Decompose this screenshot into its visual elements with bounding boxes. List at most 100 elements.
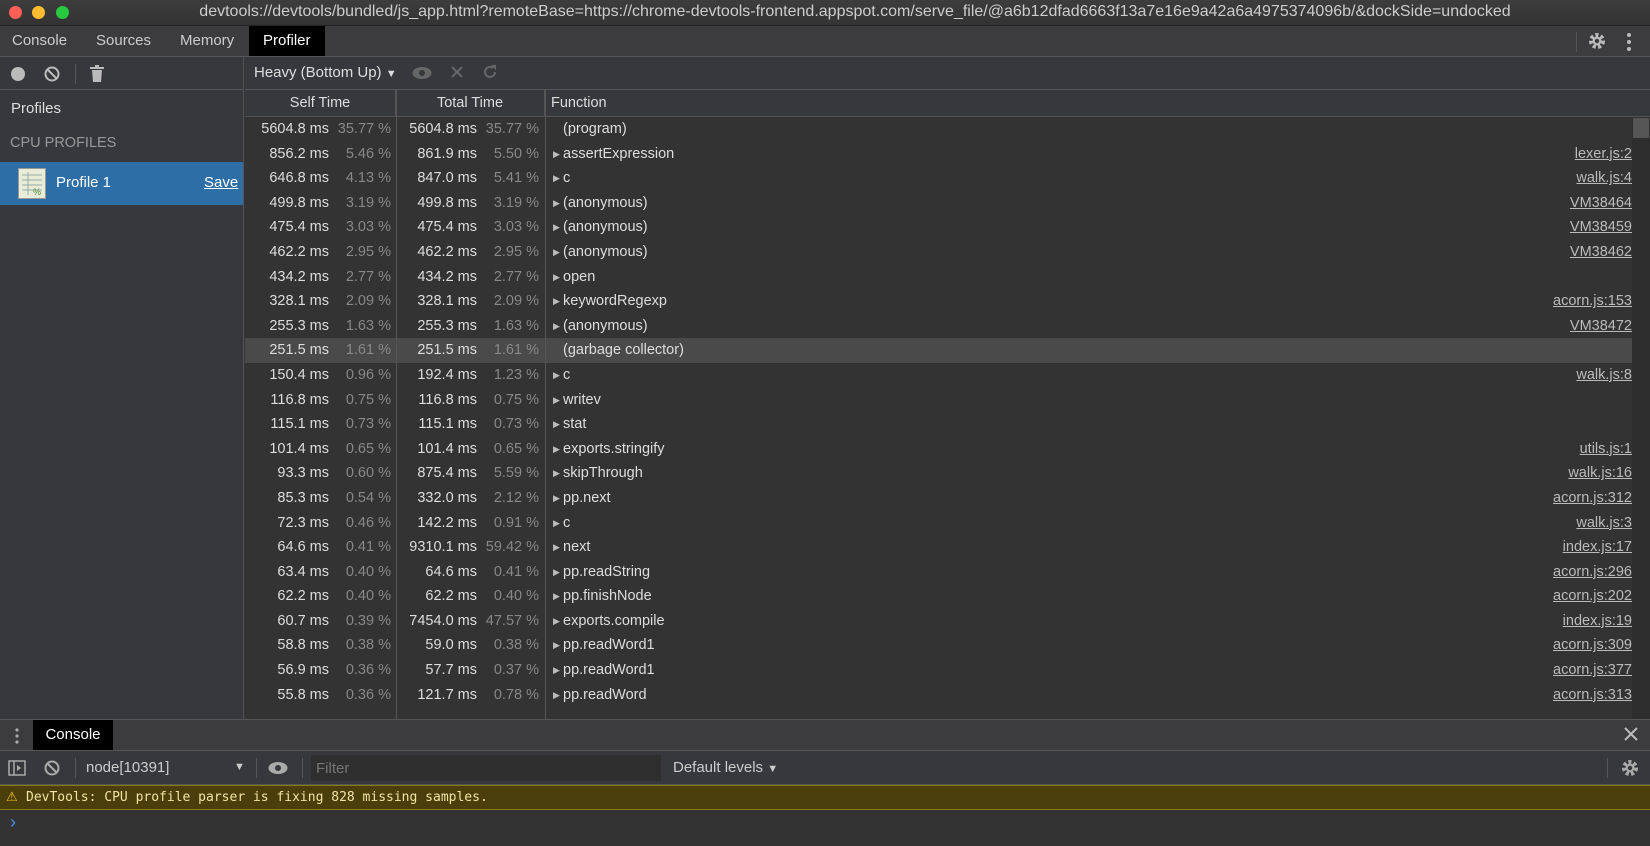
view-mode-select[interactable]: Heavy (Bottom Up) ▼ <box>254 64 397 81</box>
tab-memory[interactable]: Memory <box>168 26 246 56</box>
source-link[interactable]: acorn.js:296 <box>1553 560 1632 585</box>
table-row[interactable]: 255.3 ms 1.63 % 255.3 ms 1.63 % ▶ (anonymous)… <box>245 314 1632 339</box>
minimize-window-button[interactable] <box>32 6 45 19</box>
table-row[interactable]: 499.8 ms 3.19 % 499.8 ms 3.19 % ▶ (anonymous)… <box>245 191 1632 216</box>
source-link[interactable]: VM38462 <box>1570 240 1632 265</box>
tab-profiler[interactable]: Profiler <box>249 26 325 56</box>
source-link[interactable]: VM38464 <box>1570 191 1632 216</box>
table-row[interactable]: 62.2 ms 0.40 % 62.2 ms 0.40 % ▶ pp.finishNode… <box>245 584 1632 609</box>
source-link[interactable]: lexer.js:2 <box>1575 142 1632 167</box>
table-row[interactable]: 328.1 ms 2.09 % 328.1 ms 2.09 % ▶ keywordRege… <box>245 289 1632 314</box>
drawer-menu-icon[interactable] <box>15 728 19 744</box>
source-link[interactable]: walk.js:8 <box>1576 363 1632 388</box>
live-expression-eye-icon[interactable] <box>268 761 288 775</box>
context-select[interactable]: node[10391] ▼ <box>86 759 246 776</box>
function-header[interactable]: Function <box>545 90 1632 117</box>
console-prompt[interactable]: › <box>0 810 1650 846</box>
clear-console-icon[interactable] <box>44 760 60 776</box>
table-row[interactable]: 646.8 ms 4.13 % 847.0 ms 5.41 % ▶ c walk.js:4 <box>245 166 1632 191</box>
total-time-header[interactable]: Total Time <box>396 90 545 117</box>
record-icon[interactable] <box>10 66 26 82</box>
exclude-x-icon[interactable] <box>450 65 464 79</box>
table-row[interactable]: 251.5 ms 1.61 % 251.5 ms 1.61 % (garbage col… <box>245 338 1632 363</box>
expand-arrow-icon[interactable]: ▶ <box>553 289 560 314</box>
trash-icon[interactable] <box>90 65 104 82</box>
expand-arrow-icon[interactable]: ▶ <box>553 265 560 290</box>
expand-arrow-icon[interactable]: ▶ <box>553 142 560 167</box>
expand-arrow-icon[interactable]: ▶ <box>553 437 560 462</box>
expand-arrow-icon[interactable]: ▶ <box>553 388 560 413</box>
source-link[interactable]: acorn.js:202 <box>1553 584 1632 609</box>
expand-arrow-icon[interactable]: ▶ <box>553 560 560 585</box>
expand-arrow-icon[interactable]: ▶ <box>553 683 560 708</box>
tab-sources[interactable]: Sources <box>84 26 163 56</box>
table-row[interactable]: 116.8 ms 0.75 % 116.8 ms 0.75 % ▶ writev <box>245 388 1632 413</box>
source-link[interactable]: walk.js:3 <box>1576 511 1632 536</box>
drawer-tab-console[interactable]: Console <box>33 720 113 750</box>
expand-arrow-icon[interactable]: ▶ <box>553 412 560 437</box>
expand-arrow-icon[interactable]: ▶ <box>553 609 560 634</box>
table-row[interactable]: 64.6 ms 0.41 % 9310.1 ms 59.42 % ▶ next index.… <box>245 535 1632 560</box>
table-row[interactable]: 101.4 ms 0.65 % 101.4 ms 0.65 % ▶ exports.str… <box>245 437 1632 462</box>
source-link[interactable]: acorn.js:313 <box>1553 683 1632 708</box>
expand-arrow-icon[interactable]: ▶ <box>553 511 560 536</box>
log-levels-select[interactable]: Default levels ▼ <box>673 759 778 776</box>
self-time-header[interactable]: Self Time <box>245 90 396 117</box>
table-row[interactable]: 434.2 ms 2.77 % 434.2 ms 2.77 % ▶ open <box>245 265 1632 290</box>
source-link[interactable]: acorn.js:377 <box>1553 658 1632 683</box>
maximize-window-button[interactable] <box>56 6 69 19</box>
table-row[interactable]: 475.4 ms 3.03 % 475.4 ms 3.03 % ▶ (anonymous)… <box>245 215 1632 240</box>
expand-arrow-icon[interactable]: ▶ <box>553 314 560 339</box>
table-row[interactable]: 150.4 ms 0.96 % 192.4 ms 1.23 % ▶ c walk.js:8 <box>245 363 1632 388</box>
settings-gear-icon[interactable] <box>1587 31 1607 51</box>
table-row[interactable]: 72.3 ms 0.46 % 142.2 ms 0.91 % ▶ c walk.js:3 <box>245 511 1632 536</box>
expand-arrow-icon[interactable]: ▶ <box>553 633 560 658</box>
expand-arrow-icon[interactable]: ▶ <box>553 461 560 486</box>
expand-arrow-icon[interactable]: ▶ <box>553 363 560 388</box>
table-row[interactable]: 55.8 ms 0.36 % 121.7 ms 0.78 % ▶ pp.readWord a… <box>245 683 1632 708</box>
source-link[interactable]: index.js:17 <box>1563 535 1632 560</box>
expand-arrow-icon[interactable]: ▶ <box>553 166 560 191</box>
expand-arrow-icon[interactable]: ▶ <box>553 535 560 560</box>
table-row[interactable]: 58.8 ms 0.38 % 59.0 ms 0.38 % ▶ pp.readWord1 a… <box>245 633 1632 658</box>
focus-eye-icon[interactable] <box>412 66 432 80</box>
expand-arrow-icon[interactable]: ▶ <box>553 191 560 216</box>
source-link[interactable]: utils.js:1 <box>1580 437 1632 462</box>
source-link[interactable]: walk.js:16 <box>1568 461 1632 486</box>
close-window-button[interactable] <box>9 6 22 19</box>
more-menu-icon[interactable] <box>1626 32 1632 52</box>
expand-arrow-icon[interactable]: ▶ <box>553 658 560 683</box>
table-row[interactable]: 856.2 ms 5.46 % 861.9 ms 5.50 % ▶ assertExpre… <box>245 142 1632 167</box>
scrollbar-thumb[interactable] <box>1633 118 1649 138</box>
source-link[interactable]: walk.js:4 <box>1576 166 1632 191</box>
clear-icon[interactable] <box>44 66 60 82</box>
table-row[interactable]: 462.2 ms 2.95 % 462.2 ms 2.95 % ▶ (anonymous)… <box>245 240 1632 265</box>
restore-reload-icon[interactable] <box>482 64 498 80</box>
save-profile-link[interactable]: Save <box>204 174 238 191</box>
table-row[interactable]: 60.7 ms 0.39 % 7454.0 ms 47.57 % ▶ exports.co… <box>245 609 1632 634</box>
expand-arrow-icon[interactable]: ▶ <box>553 486 560 511</box>
expand-arrow-icon[interactable]: ▶ <box>553 584 560 609</box>
source-link[interactable]: VM38472 <box>1570 314 1632 339</box>
table-row[interactable]: 63.4 ms 0.40 % 64.6 ms 0.41 % ▶ pp.readString… <box>245 560 1632 585</box>
tab-console[interactable]: Console <box>0 26 79 56</box>
profile-item[interactable]: % Profile 1 Save <box>0 162 243 205</box>
table-row[interactable]: 93.3 ms 0.60 % 875.4 ms 5.59 % ▶ skipThrough w… <box>245 461 1632 486</box>
sidebar-toggle-icon[interactable] <box>8 760 26 776</box>
table-row[interactable]: 56.9 ms 0.36 % 57.7 ms 0.37 % ▶ pp.readWord1 a… <box>245 658 1632 683</box>
source-link[interactable]: acorn.js:309 <box>1553 633 1632 658</box>
grid-scrollbar[interactable] <box>1632 117 1650 719</box>
expand-arrow-icon[interactable]: ▶ <box>553 240 560 265</box>
source-link[interactable]: acorn.js:312 <box>1553 486 1632 511</box>
total-time: 142.2 ms <box>417 514 477 531</box>
console-settings-gear-icon[interactable] <box>1620 758 1640 778</box>
source-link[interactable]: VM38459 <box>1570 215 1632 240</box>
source-link[interactable]: index.js:19 <box>1563 609 1632 634</box>
expand-arrow-icon[interactable]: ▶ <box>553 215 560 240</box>
table-row[interactable]: 5604.8 ms 35.77 % 5604.8 ms 35.77 % (program… <box>245 117 1632 142</box>
table-row[interactable]: 85.3 ms 0.54 % 332.0 ms 2.12 % ▶ pp.next acorn… <box>245 486 1632 511</box>
close-drawer-icon[interactable] <box>1624 727 1638 741</box>
source-link[interactable]: acorn.js:153 <box>1553 289 1632 314</box>
console-filter-input[interactable] <box>311 755 661 781</box>
table-row[interactable]: 115.1 ms 0.73 % 115.1 ms 0.73 % ▶ stat <box>245 412 1632 437</box>
